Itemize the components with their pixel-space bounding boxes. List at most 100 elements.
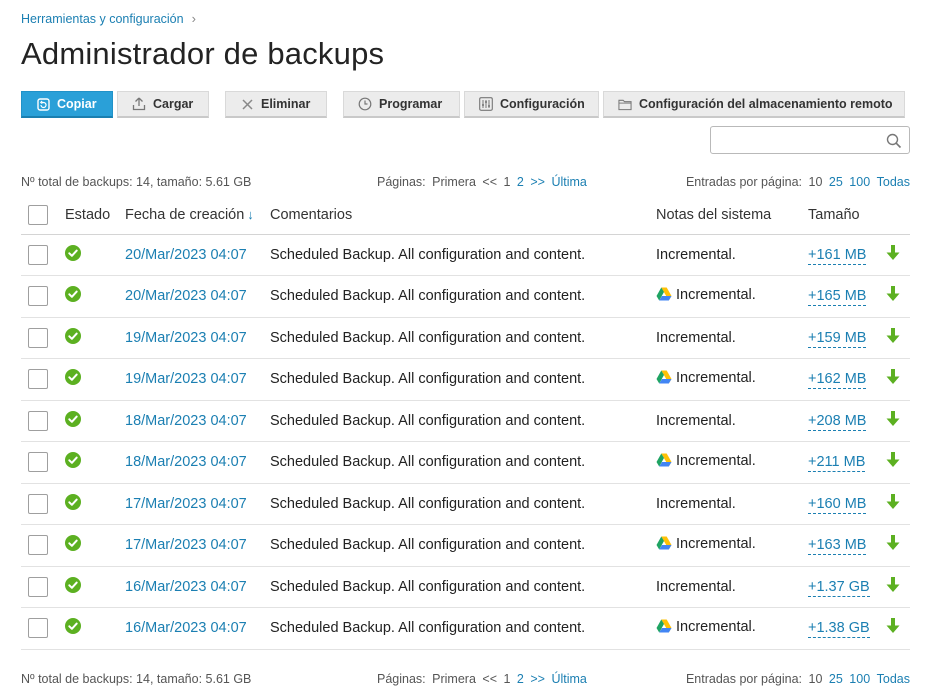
pagination-page-1-bottom: 1: [503, 672, 511, 686]
download-arrow-icon[interactable]: [886, 452, 900, 472]
row-select-cell: [21, 607, 65, 650]
row-checkbox[interactable]: [28, 286, 48, 307]
download-arrow-icon[interactable]: [886, 286, 900, 306]
check-circle-icon: [65, 618, 81, 638]
pagination-next[interactable]: >>: [530, 175, 545, 189]
row-checkbox[interactable]: [28, 576, 48, 597]
row-select-cell: [21, 524, 65, 567]
backup-size-link[interactable]: +162 MB: [808, 371, 867, 390]
download-arrow-icon[interactable]: [886, 493, 900, 514]
row-checkbox[interactable]: [28, 493, 48, 514]
backup-size-link[interactable]: +208 MB: [808, 412, 867, 431]
delete-button[interactable]: Eliminar: [225, 91, 327, 118]
select-all-checkbox[interactable]: [28, 204, 48, 225]
check-circle-icon: [65, 410, 81, 431]
row-download-cell: [878, 524, 910, 567]
download-arrow-icon[interactable]: [886, 369, 900, 389]
download-arrow-icon[interactable]: [886, 576, 900, 597]
table-row: 20/Mar/2023 04:07 Scheduled Backup. All c…: [21, 234, 910, 276]
per-page-all[interactable]: Todas: [877, 175, 910, 189]
download-arrow-icon[interactable]: [886, 535, 900, 555]
backup-date-link[interactable]: 18/Mar/2023 04:07: [125, 413, 247, 429]
pagination-next-bottom[interactable]: >>: [530, 672, 545, 686]
backup-date-link[interactable]: 20/Mar/2023 04:07: [125, 247, 247, 263]
backup-size-link[interactable]: +159 MB: [808, 329, 867, 348]
download-arrow-icon[interactable]: [886, 327, 900, 348]
download-arrow-icon[interactable]: [886, 618, 900, 638]
row-size-cell: +161 MB: [808, 234, 878, 276]
column-header-date[interactable]: Fecha de creación ↓: [125, 196, 270, 235]
summary-bar-bottom: Nº total de backups: 14, tamaño: 5.61 GB…: [21, 672, 910, 688]
row-date-cell: 20/Mar/2023 04:07: [125, 234, 270, 276]
download-arrow-icon[interactable]: [886, 410, 900, 431]
row-status-cell: [65, 234, 125, 276]
row-download-cell: [878, 275, 910, 318]
search-input[interactable]: [711, 127, 881, 153]
row-status-cell: [65, 400, 125, 442]
row-checkbox[interactable]: [28, 452, 48, 473]
backup-size-link[interactable]: +1.37 GB: [808, 578, 870, 597]
backup-date-link[interactable]: 20/Mar/2023 04:07: [125, 288, 247, 304]
table-row: 20/Mar/2023 04:07 Scheduled Backup. All c…: [21, 275, 910, 318]
pagination-last-bottom[interactable]: Última: [551, 672, 586, 686]
backup-date-link[interactable]: 17/Mar/2023 04:07: [125, 537, 247, 553]
search-icon[interactable]: [886, 133, 902, 149]
row-checkbox[interactable]: [28, 327, 48, 348]
row-comment: Scheduled Backup. All configuration and …: [270, 566, 656, 608]
pagination-page-2-bottom[interactable]: 2: [517, 672, 524, 686]
row-checkbox[interactable]: [28, 244, 48, 265]
remote-storage-settings-button[interactable]: Configuración del almacenamiento remoto: [603, 91, 905, 118]
per-page-100[interactable]: 100: [849, 175, 870, 189]
backup-size-link[interactable]: +163 MB: [808, 537, 867, 556]
backup-size-link[interactable]: +165 MB: [808, 288, 867, 307]
backup-date-link[interactable]: 19/Mar/2023 04:07: [125, 371, 247, 387]
upload-button[interactable]: Cargar: [117, 91, 209, 118]
table-row: 18/Mar/2023 04:07 Scheduled Backup. All c…: [21, 400, 910, 442]
download-arrow-icon[interactable]: [886, 244, 900, 265]
row-checkbox[interactable]: [28, 369, 48, 390]
backups-table-body: 20/Mar/2023 04:07 Scheduled Backup. All c…: [21, 234, 910, 650]
row-date-cell: 16/Mar/2023 04:07: [125, 566, 270, 608]
pagination-prev: <<: [482, 175, 497, 189]
column-header-status[interactable]: Estado: [65, 196, 125, 235]
backups-total-text: Nº total de backups: 14, tamaño: 5.61 GB: [21, 175, 252, 189]
backup-date-link[interactable]: 16/Mar/2023 04:07: [125, 620, 247, 636]
folder-icon: [618, 97, 632, 111]
row-select-cell: [21, 400, 65, 442]
backup-date-link[interactable]: 18/Mar/2023 04:07: [125, 454, 247, 470]
column-header-size[interactable]: Tamaño: [808, 196, 878, 235]
backup-size-link[interactable]: +211 MB: [808, 454, 866, 473]
column-header-notes[interactable]: Notas del sistema: [656, 196, 808, 235]
backup-date-link[interactable]: 16/Mar/2023 04:07: [125, 579, 247, 595]
per-page-100-bottom[interactable]: 100: [849, 672, 870, 686]
row-comment: Scheduled Backup. All configuration and …: [270, 441, 656, 484]
row-checkbox[interactable]: [28, 410, 48, 431]
backup-size-link[interactable]: +161 MB: [808, 246, 867, 265]
breadcrumb-link-tools-settings[interactable]: Herramientas y configuración: [21, 12, 184, 26]
copy-button[interactable]: Copiar: [21, 91, 113, 118]
row-select-cell: [21, 566, 65, 608]
table-row: 18/Mar/2023 04:07 Scheduled Backup. All c…: [21, 441, 910, 484]
backup-size-link[interactable]: +160 MB: [808, 495, 867, 514]
row-notes-cell: Incremental.: [656, 400, 808, 442]
row-notes-cell: Incremental.: [656, 317, 808, 359]
per-page-all-bottom[interactable]: Todas: [877, 672, 910, 686]
pagination-page-2[interactable]: 2: [517, 175, 524, 189]
row-comment: Scheduled Backup. All configuration and …: [270, 483, 656, 525]
row-checkbox[interactable]: [28, 535, 48, 556]
per-page-25-bottom[interactable]: 25: [829, 672, 843, 686]
settings-button[interactable]: Configuración: [464, 91, 599, 118]
row-notes-text: Incremental.: [656, 246, 736, 263]
row-comment: Scheduled Backup. All configuration and …: [270, 400, 656, 442]
per-page-25[interactable]: 25: [829, 175, 843, 189]
backup-date-link[interactable]: 19/Mar/2023 04:07: [125, 330, 247, 346]
column-header-comments[interactable]: Comentarios: [270, 196, 656, 235]
schedule-button[interactable]: Programar: [343, 91, 460, 118]
backup-size-link[interactable]: +1.38 GB: [808, 620, 870, 639]
pagination-last[interactable]: Última: [551, 175, 586, 189]
pagination-first-bottom: Primera: [432, 672, 476, 686]
backup-date-link[interactable]: 17/Mar/2023 04:07: [125, 496, 247, 512]
page-title: Administrador de backups: [21, 36, 385, 71]
row-checkbox[interactable]: [28, 618, 48, 639]
settings-button-label: Configuración: [500, 97, 585, 111]
